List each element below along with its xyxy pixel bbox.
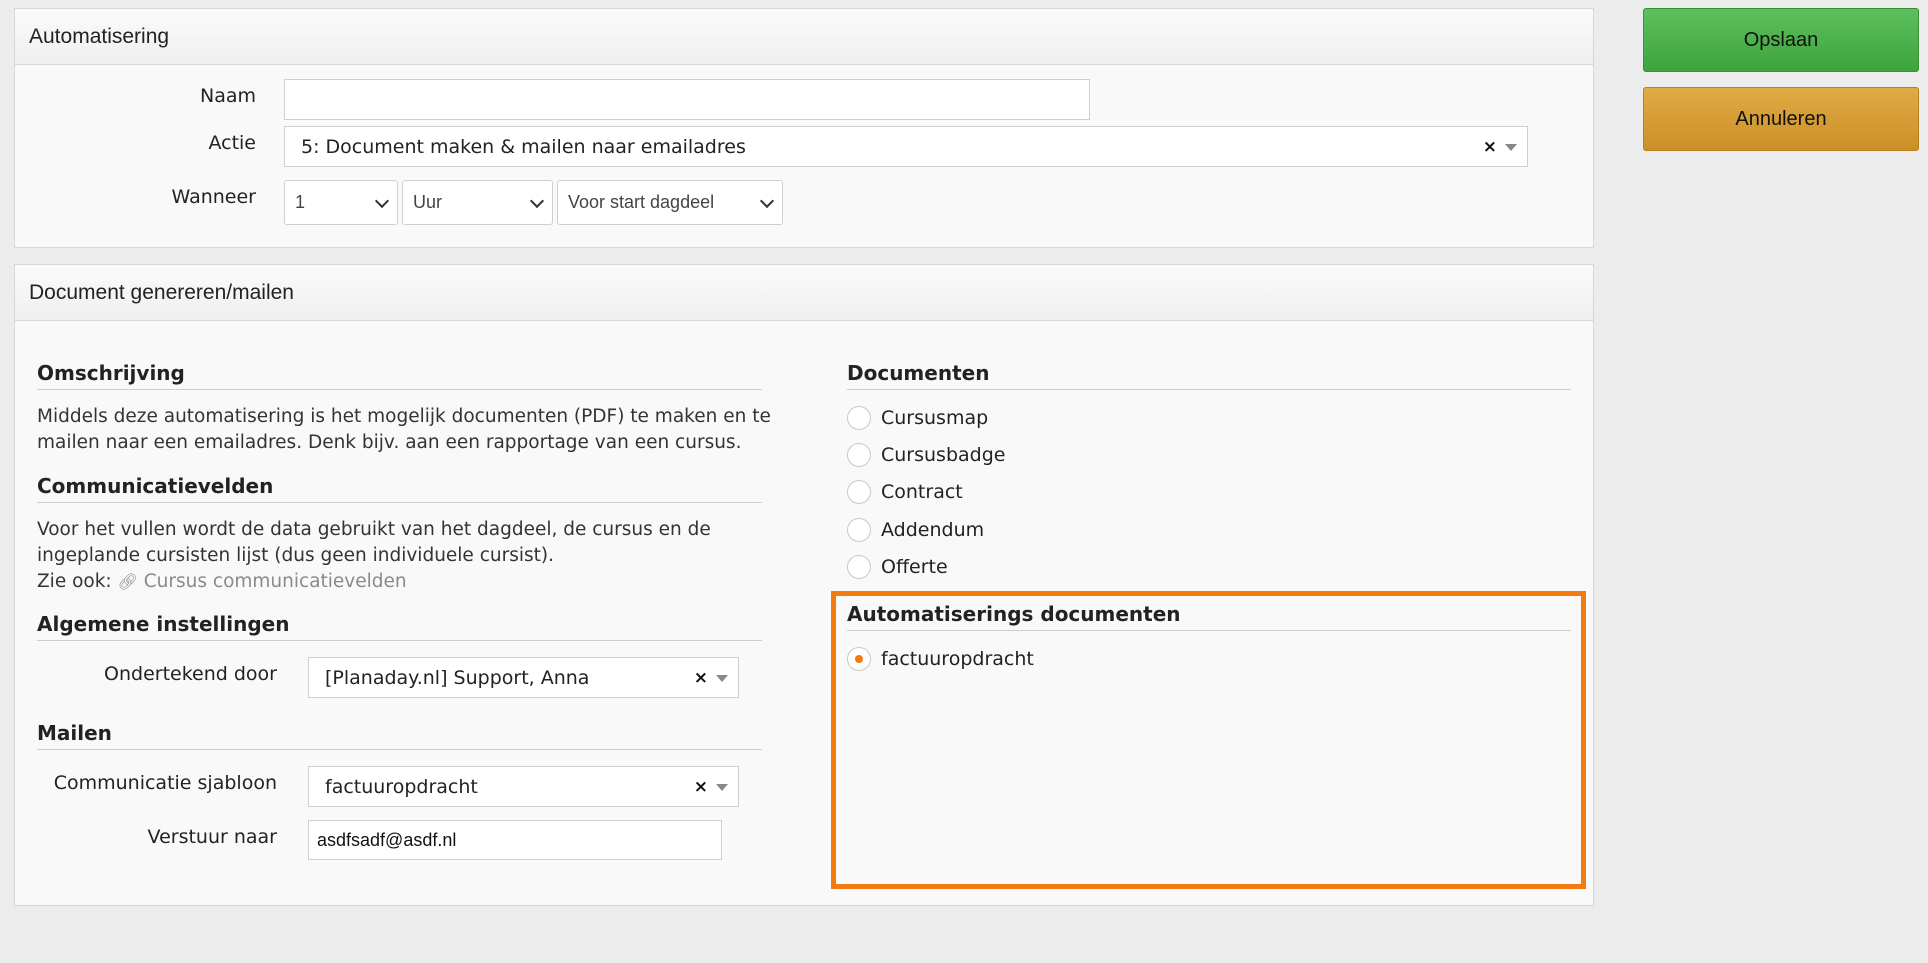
when-amount-value: 1 bbox=[295, 192, 306, 212]
when-label: Wanneer bbox=[171, 186, 257, 208]
highlight-box bbox=[831, 591, 1586, 889]
page: Automatisering Naam Actie 5: Document ma… bbox=[0, 0, 1928, 963]
see-also-label: Zie ook: bbox=[37, 571, 112, 592]
mail-heading: Mailen bbox=[37, 721, 762, 750]
chevron-down-icon bbox=[759, 193, 775, 208]
general-settings-heading: Algemene instellingen bbox=[37, 612, 762, 641]
description-heading: Omschrijving bbox=[37, 361, 762, 390]
radio-button[interactable] bbox=[847, 406, 871, 430]
action-select-value: 5: Document maken & mailen naar emailadr… bbox=[301, 135, 746, 158]
template-value: factuuropdracht bbox=[325, 775, 478, 798]
document-option-contract[interactable]: Contract bbox=[847, 480, 963, 504]
automation-documents-heading: Automatiserings documenten bbox=[847, 602, 1571, 631]
document-option-cursusbadge[interactable]: Cursusbadge bbox=[847, 443, 1005, 467]
send-to-input[interactable] bbox=[308, 820, 722, 860]
signed-by-select[interactable]: [Planaday.nl] Support, Anna × bbox=[308, 657, 739, 698]
document-option-label: Cursusbadge bbox=[881, 444, 1006, 466]
template-select[interactable]: factuuropdracht × bbox=[308, 766, 739, 807]
when-amount-select[interactable]: 1 bbox=[284, 180, 398, 225]
send-to-label: Verstuur naar bbox=[147, 826, 277, 848]
name-input[interactable] bbox=[284, 79, 1090, 120]
documents-heading: Documenten bbox=[847, 361, 1571, 390]
radio-button[interactable] bbox=[847, 555, 871, 579]
link-icon: 🔗︎ bbox=[117, 572, 138, 591]
document-option-cursusmap[interactable]: Cursusmap bbox=[847, 406, 988, 430]
automation-document-option-label: factuuropdracht bbox=[881, 648, 1034, 670]
chevron-down-icon bbox=[374, 193, 390, 208]
signed-by-dropdown-arrow-icon[interactable] bbox=[716, 674, 728, 682]
document-option-addendum[interactable]: Addendum bbox=[847, 518, 984, 542]
document-option-label: Offerte bbox=[881, 556, 948, 578]
chevron-down-icon bbox=[529, 193, 545, 208]
cancel-button[interactable]: Annuleren bbox=[1643, 87, 1919, 151]
document-option-label: Cursusmap bbox=[881, 407, 989, 429]
automation-document-option-factuuropdracht[interactable]: factuuropdracht bbox=[847, 647, 1034, 671]
template-label: Communicatie sjabloon bbox=[53, 772, 277, 794]
radio-button[interactable] bbox=[847, 480, 871, 504]
action-clear-icon[interactable]: × bbox=[1483, 137, 1497, 157]
document-panel-title: Document genereren/mailen bbox=[15, 265, 1593, 321]
radio-button[interactable] bbox=[847, 518, 871, 542]
see-also-line: Zie ook: 🔗︎ Cursus communicatievelden bbox=[37, 569, 777, 595]
document-option-offerte[interactable]: Offerte bbox=[847, 555, 948, 579]
when-moment-value: Voor start dagdeel bbox=[568, 192, 715, 212]
document-option-label: Addendum bbox=[881, 519, 985, 541]
signed-by-value: [Planaday.nl] Support, Anna bbox=[325, 666, 590, 689]
radio-button[interactable] bbox=[847, 443, 871, 467]
signed-by-label: Ondertekend door bbox=[104, 663, 277, 685]
radio-button-selected[interactable] bbox=[847, 647, 871, 671]
save-button[interactable]: Opslaan bbox=[1643, 8, 1919, 72]
template-clear-icon[interactable]: × bbox=[694, 777, 708, 797]
when-moment-select[interactable]: Voor start dagdeel bbox=[557, 180, 783, 225]
when-unit-select[interactable]: Uur bbox=[402, 180, 553, 225]
document-option-label: Contract bbox=[881, 481, 963, 503]
action-label: Actie bbox=[208, 132, 256, 154]
action-select[interactable]: 5: Document maken & mailen naar emailadr… bbox=[284, 126, 1528, 167]
communication-fields-link[interactable]: Cursus communicatievelden bbox=[144, 571, 407, 592]
signed-by-clear-icon[interactable]: × bbox=[694, 668, 708, 688]
automation-panel-title: Automatisering bbox=[15, 9, 1593, 65]
communication-fields-heading: Communicatievelden bbox=[37, 474, 762, 503]
action-dropdown-arrow-icon[interactable] bbox=[1505, 143, 1517, 151]
name-label: Naam bbox=[199, 85, 256, 107]
communication-fields-text: Voor het vullen wordt de data gebruikt v… bbox=[37, 519, 711, 566]
template-dropdown-arrow-icon[interactable] bbox=[716, 783, 728, 791]
when-unit-value: Uur bbox=[413, 192, 443, 212]
description-text: Middels deze automatisering is het mogel… bbox=[37, 406, 771, 453]
